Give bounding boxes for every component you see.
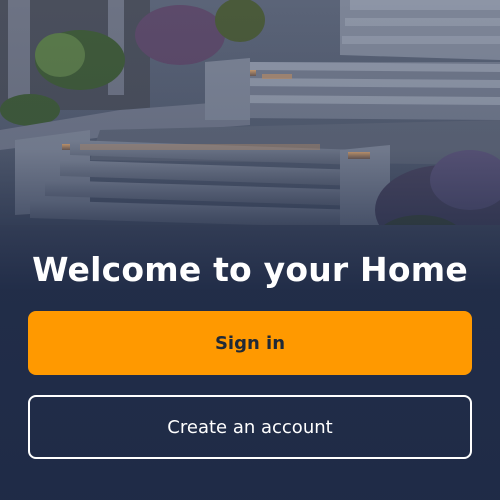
create-account-button[interactable]: Create an account <box>28 395 472 459</box>
welcome-screen: Welcome to your Home Sign in Create an a… <box>0 0 500 500</box>
sign-in-button[interactable]: Sign in <box>28 311 472 375</box>
create-account-label: Create an account <box>167 416 333 438</box>
welcome-title: Welcome to your Home <box>32 250 468 289</box>
sign-in-label: Sign in <box>214 332 286 354</box>
